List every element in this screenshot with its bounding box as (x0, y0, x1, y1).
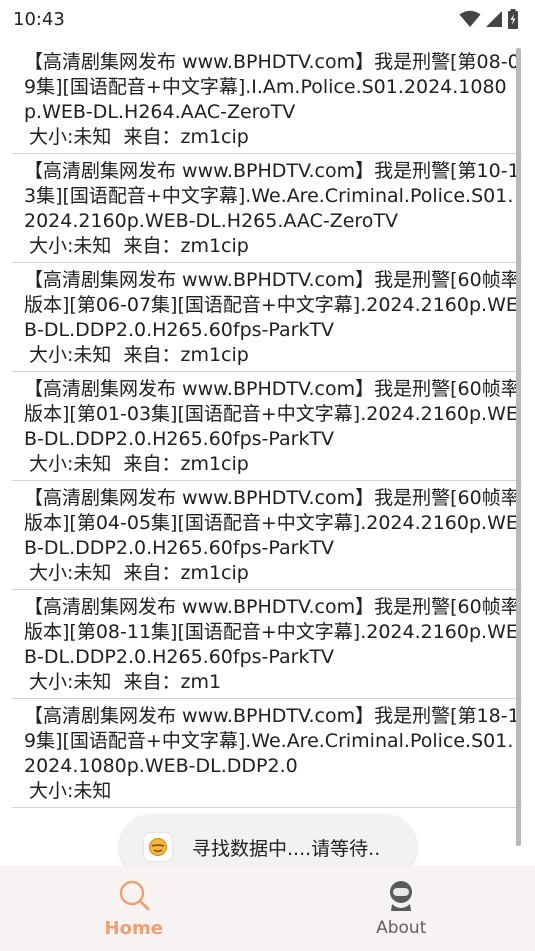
result-item[interactable]: 【高清剧集网发布 www.BPHDTV.com】我是刑警[第18-19集][国语… (12, 699, 522, 808)
nav-about-label: About (376, 918, 427, 938)
bottom-navigation: Home About (0, 866, 535, 951)
result-item[interactable]: 【高清剧集网发布 www.BPHDTV.com】我是刑警[60帧率版本][第01… (12, 372, 522, 481)
result-meta: 大小:未知 来自：zm1cip (29, 126, 249, 148)
result-item[interactable]: 【高清剧集网发布 www.BPHDTV.com】我是刑警[60帧率版本][第06… (12, 263, 522, 372)
status-bar: 10:43 (0, 0, 535, 38)
result-item[interactable]: 【高清剧集网发布 www.BPHDTV.com】我是刑警[60帧率版本][第04… (12, 481, 522, 590)
result-meta: 大小:未知 来自：zm1cip (29, 235, 249, 257)
result-title: 【高清剧集网发布 www.BPHDTV.com】我是刑警[60帧率版本][第06… (24, 269, 520, 341)
result-meta: 大小:未知 来自：zm1cip (29, 562, 249, 584)
result-meta: 大小:未知 来自：zm1cip (29, 344, 249, 366)
app-emoji-icon (144, 833, 172, 861)
result-title: 【高清剧集网发布 www.BPHDTV.com】我是刑警[第08-09集][国语… (24, 51, 520, 123)
result-list[interactable]: 【高清剧集网发布 www.BPHDTV.com】我是刑警[第08-09集][国语… (12, 45, 522, 865)
result-item[interactable]: 【高清剧集网发布 www.BPHDTV.com】我是刑警[60帧率版本][第08… (12, 590, 522, 699)
result-item[interactable]: 【高清剧集网发布 www.BPHDTV.com】我是刑警[第08-09集][国语… (12, 45, 522, 154)
cellular-signal-icon (485, 10, 503, 28)
result-title: 【高清剧集网发布 www.BPHDTV.com】我是刑警[第18-19集][国语… (24, 705, 520, 777)
search-icon (117, 878, 151, 912)
battery-charging-icon (507, 9, 519, 29)
wifi-icon (459, 10, 481, 28)
toast-text: 寻找数据中....请等待.. (192, 837, 381, 860)
result-title: 【高清剧集网发布 www.BPHDTV.com】我是刑警[60帧率版本][第04… (24, 487, 520, 559)
status-icons (459, 9, 519, 29)
nav-about[interactable]: About (268, 866, 535, 951)
nav-home[interactable]: Home (0, 866, 268, 951)
nav-home-label: Home (104, 918, 163, 939)
scrollbar[interactable] (516, 48, 521, 846)
result-item[interactable]: 【高清剧集网发布 www.BPHDTV.com】我是刑警[第10-13集][国语… (12, 154, 522, 263)
result-title: 【高清剧集网发布 www.BPHDTV.com】我是刑警[60帧率版本][第08… (24, 596, 520, 668)
astronaut-icon (384, 878, 418, 912)
status-time: 10:43 (13, 8, 65, 30)
result-title: 【高清剧集网发布 www.BPHDTV.com】我是刑警[60帧率版本][第01… (24, 378, 520, 450)
result-meta: 大小:未知 (29, 780, 112, 802)
result-title: 【高清剧集网发布 www.BPHDTV.com】我是刑警[第10-13集][国语… (24, 160, 520, 232)
result-meta: 大小:未知 来自：zm1cip (29, 453, 249, 475)
result-meta: 大小:未知 来自：zm1 (29, 671, 222, 693)
